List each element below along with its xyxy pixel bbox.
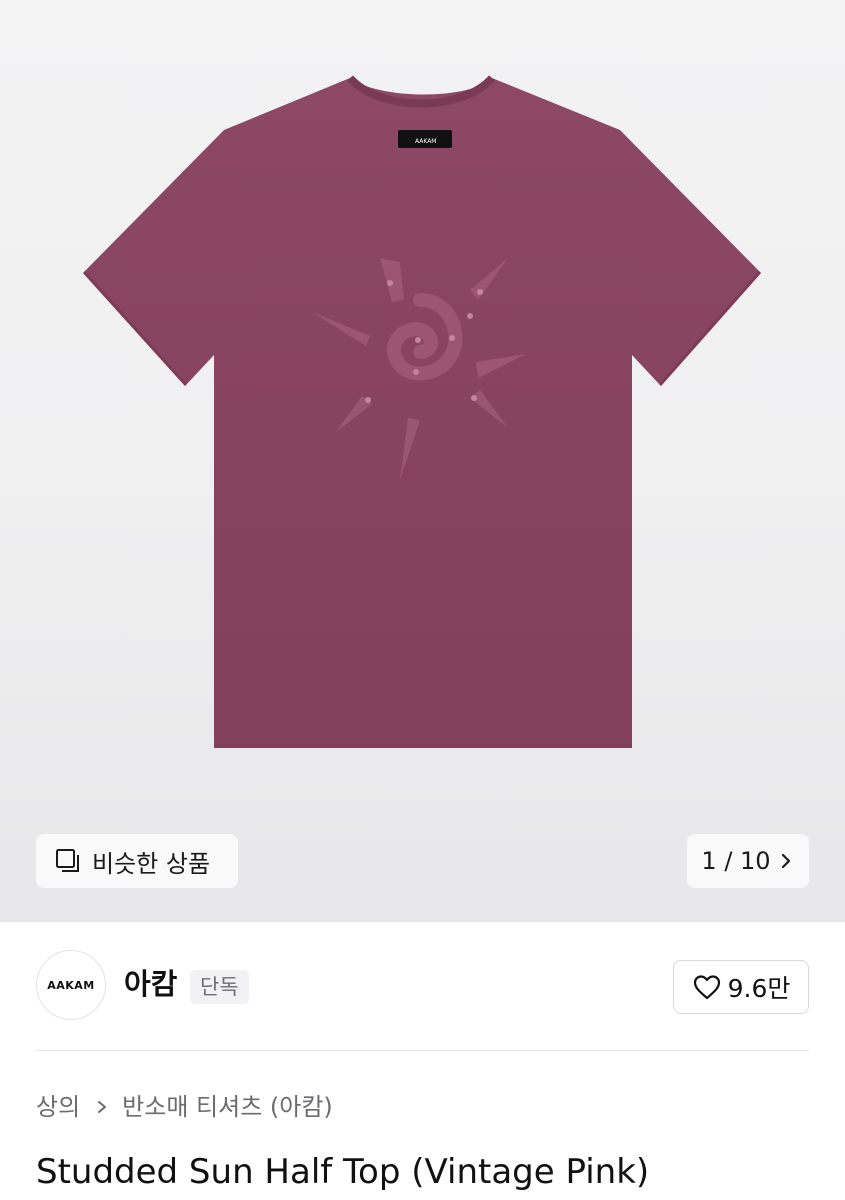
brand-name[interactable]: 아캄 (124, 966, 177, 1002)
image-pager-text: 1 / 10 (701, 847, 771, 875)
exclusive-badge: 단독 (190, 970, 249, 1004)
product-image[interactable]: AAKAM (0, 0, 845, 820)
heart-icon (693, 975, 720, 1000)
similar-products-button[interactable]: 비슷한 상품 (36, 834, 238, 888)
tshirt-shape (84, 78, 760, 748)
image-pager-button[interactable]: 1 / 10 (687, 834, 809, 888)
brand-logo[interactable]: AAKAM (36, 950, 106, 1020)
similar-items-icon (56, 849, 79, 872)
breadcrumb: 상의 반소매 티셔츠 (아캄) (36, 1090, 333, 1124)
chevron-right-icon (98, 1101, 107, 1113)
product-gallery[interactable]: AAKAM 비슷한 상품 1 / 10 (0, 0, 845, 922)
brand-row: AAKAM 아캄 단독 9.6만 (0, 922, 845, 1050)
breadcrumb-subcategory[interactable]: 반소매 티셔츠 (아캄) (122, 1090, 333, 1124)
similar-products-label: 비슷한 상품 (92, 849, 211, 878)
breadcrumb-category[interactable]: 상의 (36, 1090, 80, 1124)
like-count: 9.6만 (727, 974, 791, 1003)
chevron-right-icon (781, 853, 790, 869)
like-button[interactable]: 9.6만 (673, 960, 809, 1014)
svg-text:AAKAM: AAKAM (415, 138, 437, 145)
divider (36, 1050, 809, 1051)
product-title: Studded Sun Half Top (Vintage Pink) (36, 1152, 650, 1192)
